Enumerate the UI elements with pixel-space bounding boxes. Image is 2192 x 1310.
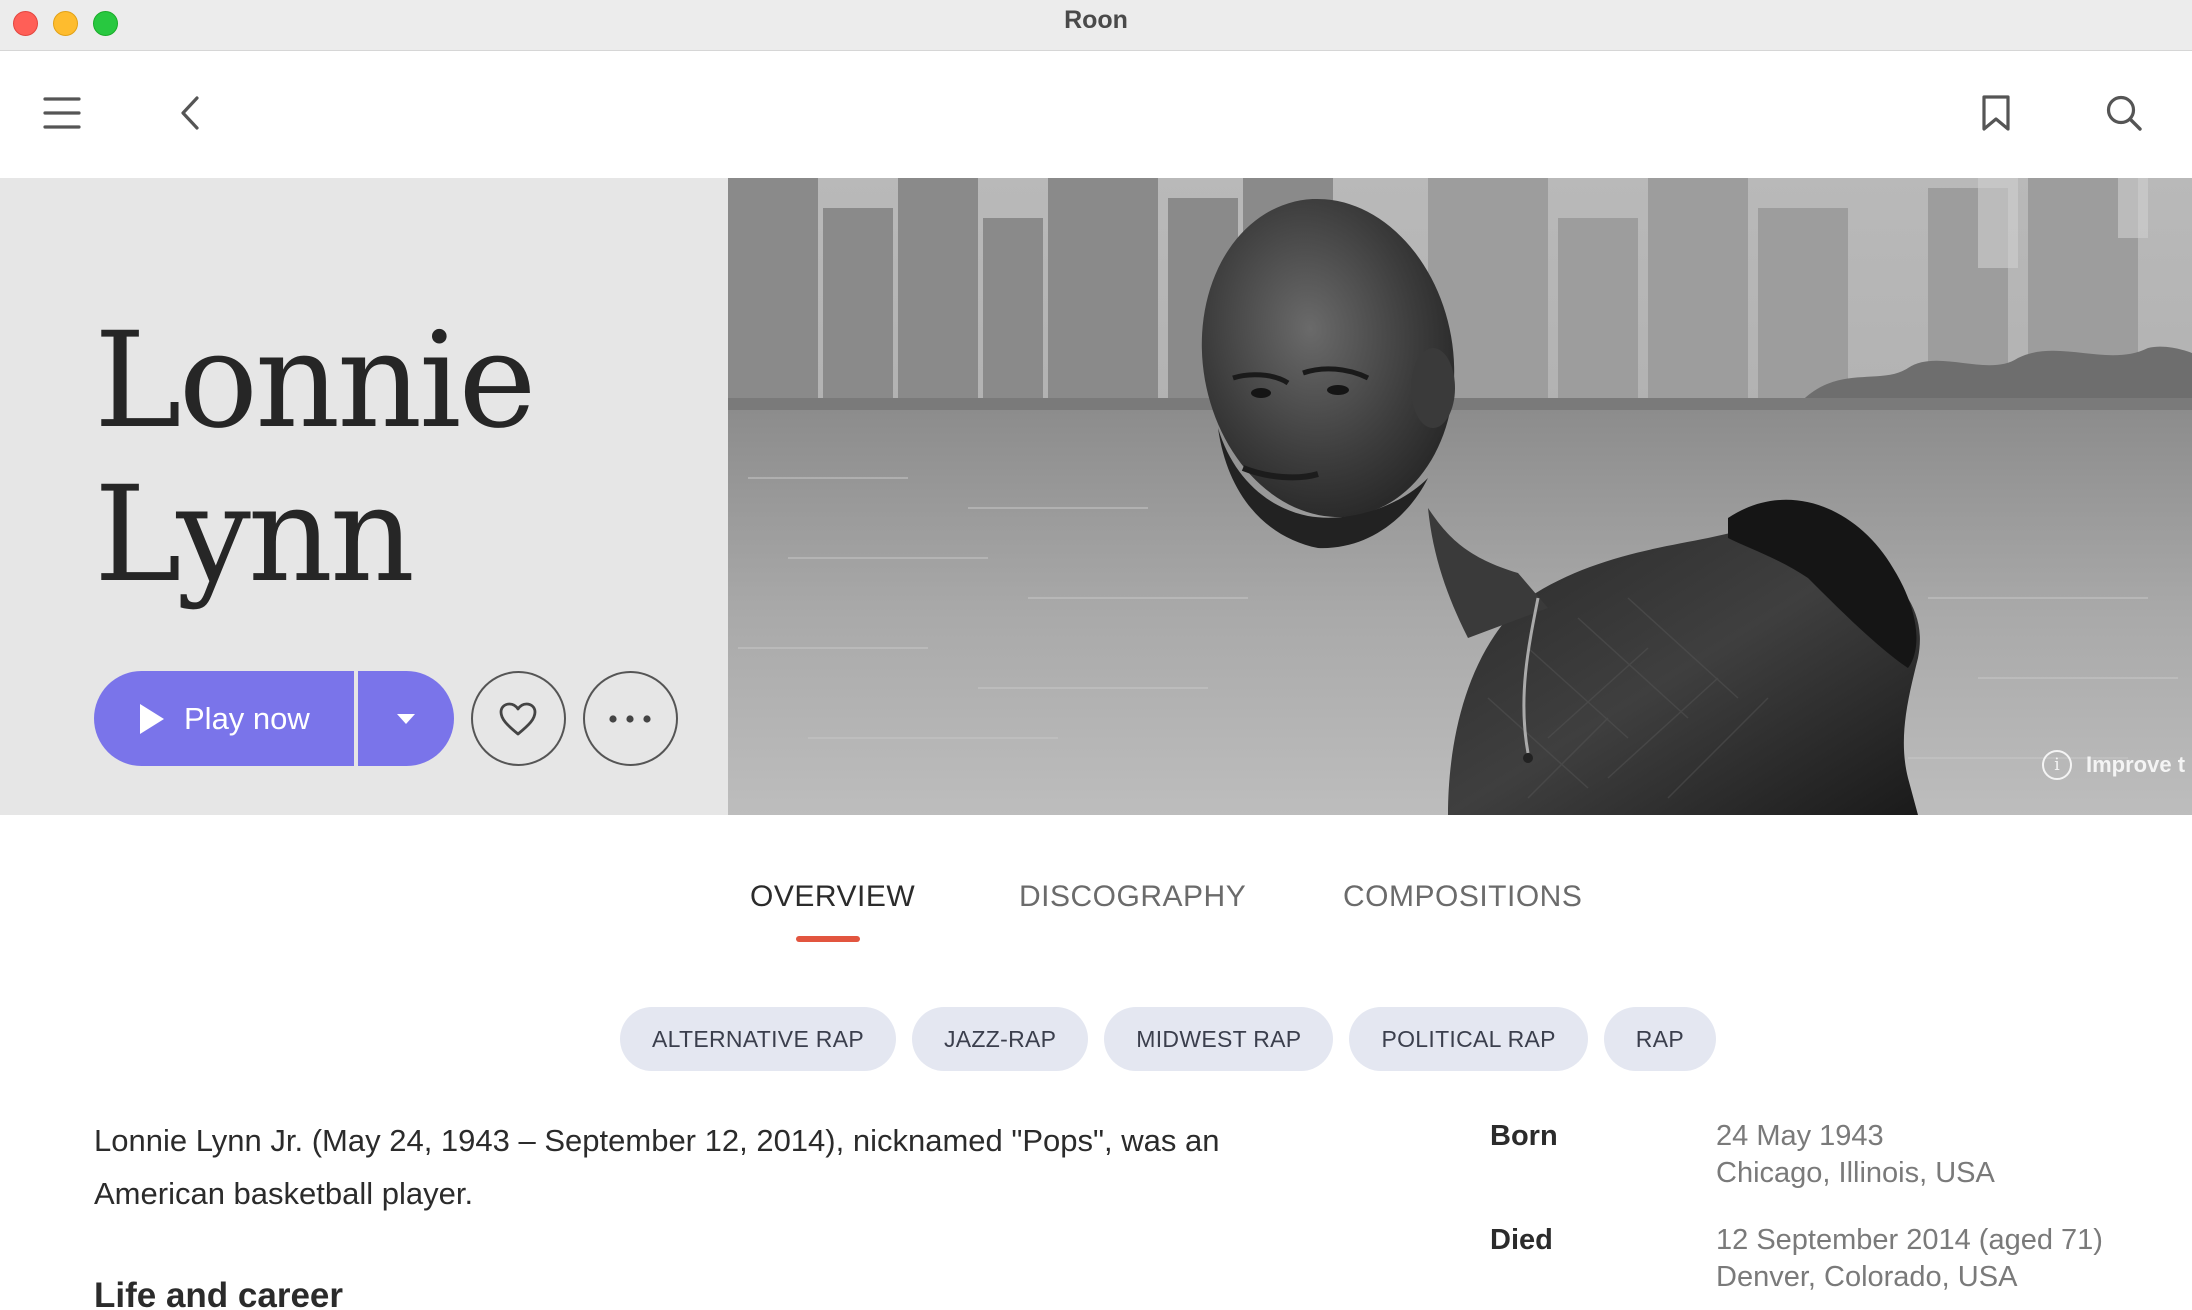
ellipsis-icon — [609, 714, 651, 723]
search-icon[interactable] — [2102, 91, 2146, 135]
genre-chips: ALTERNATIVE RAP JAZZ-RAP MIDWEST RAP POL… — [620, 1007, 1732, 1071]
died-place[interactable]: Denver, Colorado, USA — [1716, 1259, 2017, 1296]
play-icon — [140, 703, 164, 734]
artist-tabs: OVERVIEW DISCOGRAPHY COMPOSITIONS — [0, 880, 2192, 942]
genre-chip-jazz-rap[interactable]: JAZZ-RAP — [911, 1007, 1089, 1071]
bio-section-heading: Life and career — [94, 1276, 343, 1310]
artist-bio-intro: Lonnie Lynn Jr. (May 24, 1943 – Septembe… — [94, 1123, 1220, 1211]
born-place[interactable]: Chicago, Illinois, USA — [1716, 1155, 1995, 1192]
tab-compositions[interactable]: COMPOSITIONS — [1343, 880, 1582, 914]
back-chevron-icon[interactable] — [168, 91, 212, 135]
hero-info-panel: Lonnie Lynn Play now — [0, 178, 728, 815]
died-date: 12 September 2014 (aged 71) — [1716, 1224, 2103, 1256]
window-titlebar: Roon — [0, 0, 2192, 51]
improve-photo-label: Improve t — [2086, 752, 2186, 777]
born-label: Born — [1490, 1120, 1558, 1152]
window-title: Roon — [1064, 6, 1128, 34]
genre-chip-midwest-rap[interactable]: MIDWEST RAP — [1104, 1007, 1334, 1071]
info-icon: i — [2042, 750, 2072, 780]
play-now-label: Play now — [184, 700, 310, 736]
tab-discography[interactable]: DISCOGRAPHY — [1019, 880, 1246, 914]
genre-chip-rap[interactable]: RAP — [1603, 1007, 1716, 1071]
artist-name: Lonnie Lynn — [94, 304, 536, 612]
genre-chip-political-rap[interactable]: POLITICAL RAP — [1349, 1007, 1588, 1071]
artist-hero: Lonnie Lynn Play now i Improve t — [0, 178, 2192, 815]
top-toolbar — [0, 51, 2192, 178]
bookmark-icon[interactable] — [1974, 91, 2018, 135]
artist-actions: Play now — [94, 671, 678, 766]
play-button-group: Play now — [94, 671, 454, 766]
play-now-button[interactable]: Play now — [94, 671, 354, 766]
improve-photo-link[interactable]: i Improve t — [2042, 750, 2185, 780]
more-options-button[interactable] — [582, 671, 678, 766]
favorite-button[interactable] — [470, 671, 566, 766]
caret-down-icon — [396, 713, 415, 724]
tab-overview[interactable]: OVERVIEW — [750, 880, 915, 914]
died-label: Died — [1490, 1224, 1553, 1256]
artist-name-line-1: Lonnie — [94, 304, 536, 458]
born-date: 24 May 1943 — [1716, 1120, 1884, 1152]
heart-icon — [499, 702, 537, 735]
play-options-dropdown[interactable] — [358, 671, 454, 766]
artist-name-line-2: Lynn — [94, 458, 415, 612]
active-tab-indicator — [796, 936, 860, 942]
hamburger-menu-icon[interactable] — [40, 91, 84, 135]
artist-photo — [728, 178, 2192, 815]
genre-chip-alternative-rap[interactable]: ALTERNATIVE RAP — [620, 1007, 896, 1071]
